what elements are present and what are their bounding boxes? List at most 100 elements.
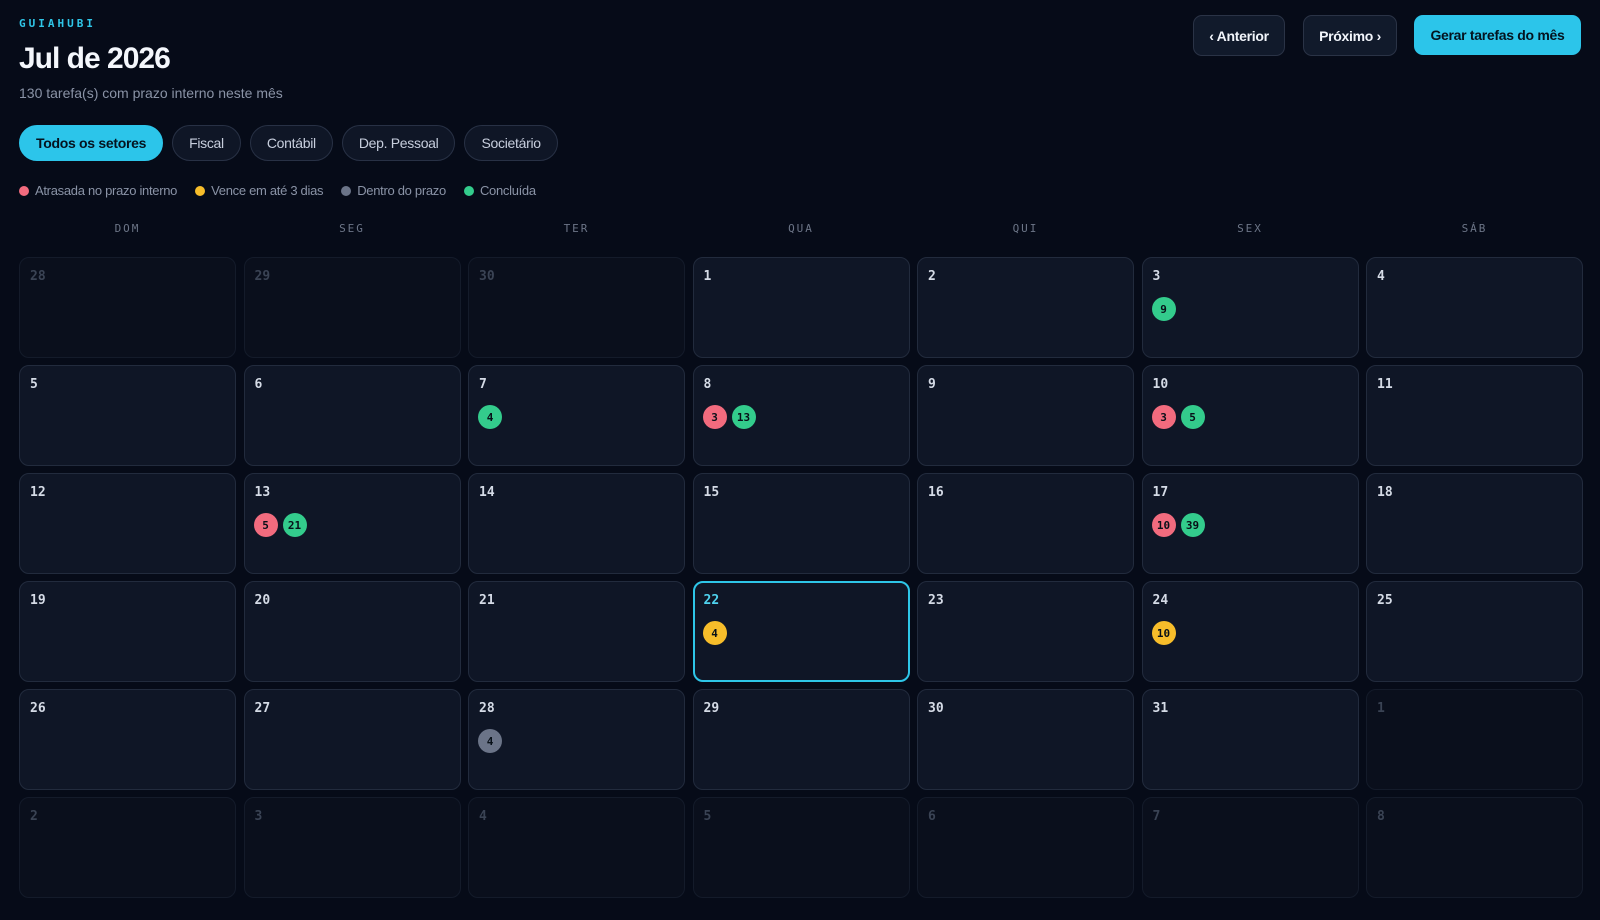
calendar-day[interactable]: 39 bbox=[1141, 257, 1359, 358]
day-number: 30 bbox=[479, 269, 495, 284]
task-count-badge-done[interactable]: 21 bbox=[282, 513, 307, 537]
day-number: 29 bbox=[254, 269, 271, 284]
legend-label-ontime: Dentro do prazo bbox=[357, 183, 446, 198]
calendar-day[interactable]: 31 bbox=[1141, 689, 1359, 790]
calendar-day[interactable]: 20 bbox=[243, 581, 461, 682]
day-number: 24 bbox=[1152, 593, 1169, 608]
legend-item-ontime: Dentro do prazo bbox=[341, 183, 446, 198]
filter-chip-dep-pessoal[interactable]: Dep. Pessoal bbox=[341, 125, 456, 161]
sector-filter-bar: Todos os setores Fiscal Contábil Dep. Pe… bbox=[19, 125, 558, 161]
calendar-day[interactable]: 14 bbox=[468, 473, 685, 574]
calendar-day[interactable]: 15 bbox=[692, 473, 910, 574]
calendar-day-outside-month[interactable]: 4 bbox=[468, 797, 685, 898]
day-number: 20 bbox=[254, 593, 271, 608]
task-count-badge-done[interactable]: 5 bbox=[1180, 405, 1205, 429]
task-count-badge-ontime[interactable]: 4 bbox=[478, 729, 502, 753]
weekday-tue: TER bbox=[563, 222, 590, 235]
calendar-day-outside-month[interactable]: 30 bbox=[468, 257, 685, 358]
weekday-wed: QUA bbox=[788, 222, 814, 235]
calendar-day[interactable]: 4 bbox=[1366, 257, 1583, 358]
calendar-day[interactable]: 2 bbox=[917, 257, 1134, 358]
task-badges: 4 bbox=[478, 729, 502, 753]
calendar-day[interactable]: 8 3 13 bbox=[692, 365, 910, 466]
legend-dot-late bbox=[19, 185, 29, 196]
calendar-day[interactable]: 10 3 5 bbox=[1141, 365, 1359, 466]
day-number: 6 bbox=[928, 809, 936, 824]
calendar-day-outside-month[interactable]: 2 bbox=[19, 797, 236, 898]
task-count-badge-late[interactable]: 5 bbox=[253, 513, 278, 537]
calendar-day-today[interactable]: 22 4 bbox=[692, 581, 910, 682]
calendar-day[interactable]: 30 bbox=[917, 689, 1134, 790]
calendar-day[interactable]: 12 bbox=[19, 473, 236, 574]
task-count-badge-done[interactable]: 9 bbox=[1151, 297, 1176, 321]
calendar-day[interactable]: 21 bbox=[468, 581, 685, 682]
calendar-day[interactable]: 17 10 39 bbox=[1141, 473, 1359, 574]
task-count-badge-done[interactable]: 39 bbox=[1180, 513, 1205, 537]
calendar-day-outside-month[interactable]: 6 bbox=[917, 797, 1134, 898]
calendar-day[interactable]: 18 bbox=[1366, 473, 1583, 574]
task-badges: 35 bbox=[1151, 405, 1205, 429]
task-count-badge-done[interactable]: 13 bbox=[731, 405, 756, 429]
day-number: 15 bbox=[703, 485, 720, 500]
day-number: 7 bbox=[479, 377, 487, 392]
day-number: 7 bbox=[1152, 809, 1161, 824]
task-badges: 3 13 bbox=[702, 405, 756, 429]
filter-chip-all[interactable]: Todos os setores bbox=[19, 125, 164, 161]
status-legend: Atrasada no prazo interno Vence em até 3… bbox=[19, 183, 536, 198]
task-count-badge-soon[interactable]: 10 bbox=[1151, 621, 1176, 645]
filter-chip-fiscal[interactable]: Fiscal bbox=[172, 125, 241, 161]
day-number: 11 bbox=[1377, 377, 1393, 392]
page-subtitle: 130 tarefa(s) com prazo interno neste mê… bbox=[19, 85, 283, 101]
task-count-badge-soon[interactable]: 4 bbox=[702, 621, 727, 645]
calendar-day[interactable]: 1 bbox=[692, 257, 910, 358]
day-number: 28 bbox=[479, 701, 495, 716]
task-count-badge-done[interactable]: 4 bbox=[478, 405, 502, 429]
calendar-day[interactable]: 23 bbox=[917, 581, 1134, 682]
day-number: 21 bbox=[479, 593, 495, 608]
filter-chip-contabil[interactable]: Contábil bbox=[249, 125, 333, 161]
task-badges: 4 bbox=[702, 621, 727, 645]
calendar-day[interactable]: 11 bbox=[1366, 365, 1583, 466]
calendar-day-outside-month[interactable]: 29 bbox=[243, 257, 461, 358]
calendar-day-outside-month[interactable]: 8 bbox=[1366, 797, 1583, 898]
calendar-day[interactable]: 25 bbox=[1366, 581, 1583, 682]
calendar-day[interactable]: 19 bbox=[19, 581, 236, 682]
day-number: 5 bbox=[30, 377, 38, 392]
calendar-day-outside-month[interactable]: 3 bbox=[243, 797, 461, 898]
calendar-day-outside-month[interactable]: 7 bbox=[1141, 797, 1359, 898]
previous-month-button[interactable]: ‹ Anterior bbox=[1193, 15, 1285, 56]
legend-label-done: Concluída bbox=[479, 183, 536, 198]
legend-dot-soon bbox=[195, 185, 206, 196]
day-number: 14 bbox=[479, 485, 495, 500]
weekday-thu: QUI bbox=[1012, 222, 1039, 235]
calendar-day-outside-month[interactable]: 5 bbox=[692, 797, 910, 898]
calendar-day[interactable]: 29 bbox=[692, 689, 910, 790]
page-title: Jul de 2026 bbox=[19, 42, 171, 75]
calendar-day-outside-month[interactable]: 1 bbox=[1366, 689, 1583, 790]
task-count-badge-late[interactable]: 3 bbox=[1151, 405, 1176, 429]
day-number: 18 bbox=[1377, 485, 1393, 500]
calendar-day[interactable]: 16 bbox=[917, 473, 1134, 574]
weekday-sat: SÁB bbox=[1461, 222, 1488, 235]
task-count-badge-late[interactable]: 10 bbox=[1151, 513, 1176, 537]
day-number: 31 bbox=[1152, 701, 1169, 716]
task-count-badge-late[interactable]: 3 bbox=[702, 405, 727, 429]
day-number: 28 bbox=[30, 269, 46, 284]
filter-chip-societario[interactable]: Societário bbox=[464, 125, 558, 161]
generate-tasks-button[interactable]: Gerar tarefas do mês bbox=[1414, 15, 1581, 55]
weekday-fri: SEX bbox=[1237, 222, 1263, 235]
day-number: 1 bbox=[703, 269, 712, 284]
calendar-day[interactable]: 6 bbox=[243, 365, 461, 466]
calendar-day[interactable]: 27 bbox=[243, 689, 461, 790]
next-month-button[interactable]: Próximo › bbox=[1303, 15, 1397, 56]
calendar-day[interactable]: 28 4 bbox=[468, 689, 685, 790]
calendar-day[interactable]: 74 bbox=[468, 365, 685, 466]
calendar-day[interactable]: 24 10 bbox=[1141, 581, 1359, 682]
calendar-day-outside-month[interactable]: 28 bbox=[19, 257, 236, 358]
calendar-day[interactable]: 26 bbox=[19, 689, 236, 790]
day-number: 4 bbox=[479, 809, 487, 824]
calendar-day[interactable]: 5 bbox=[19, 365, 236, 466]
calendar-day[interactable]: 13 5 21 bbox=[243, 473, 461, 574]
legend-item-late: Atrasada no prazo interno bbox=[19, 183, 177, 198]
calendar-day[interactable]: 9 bbox=[917, 365, 1134, 466]
